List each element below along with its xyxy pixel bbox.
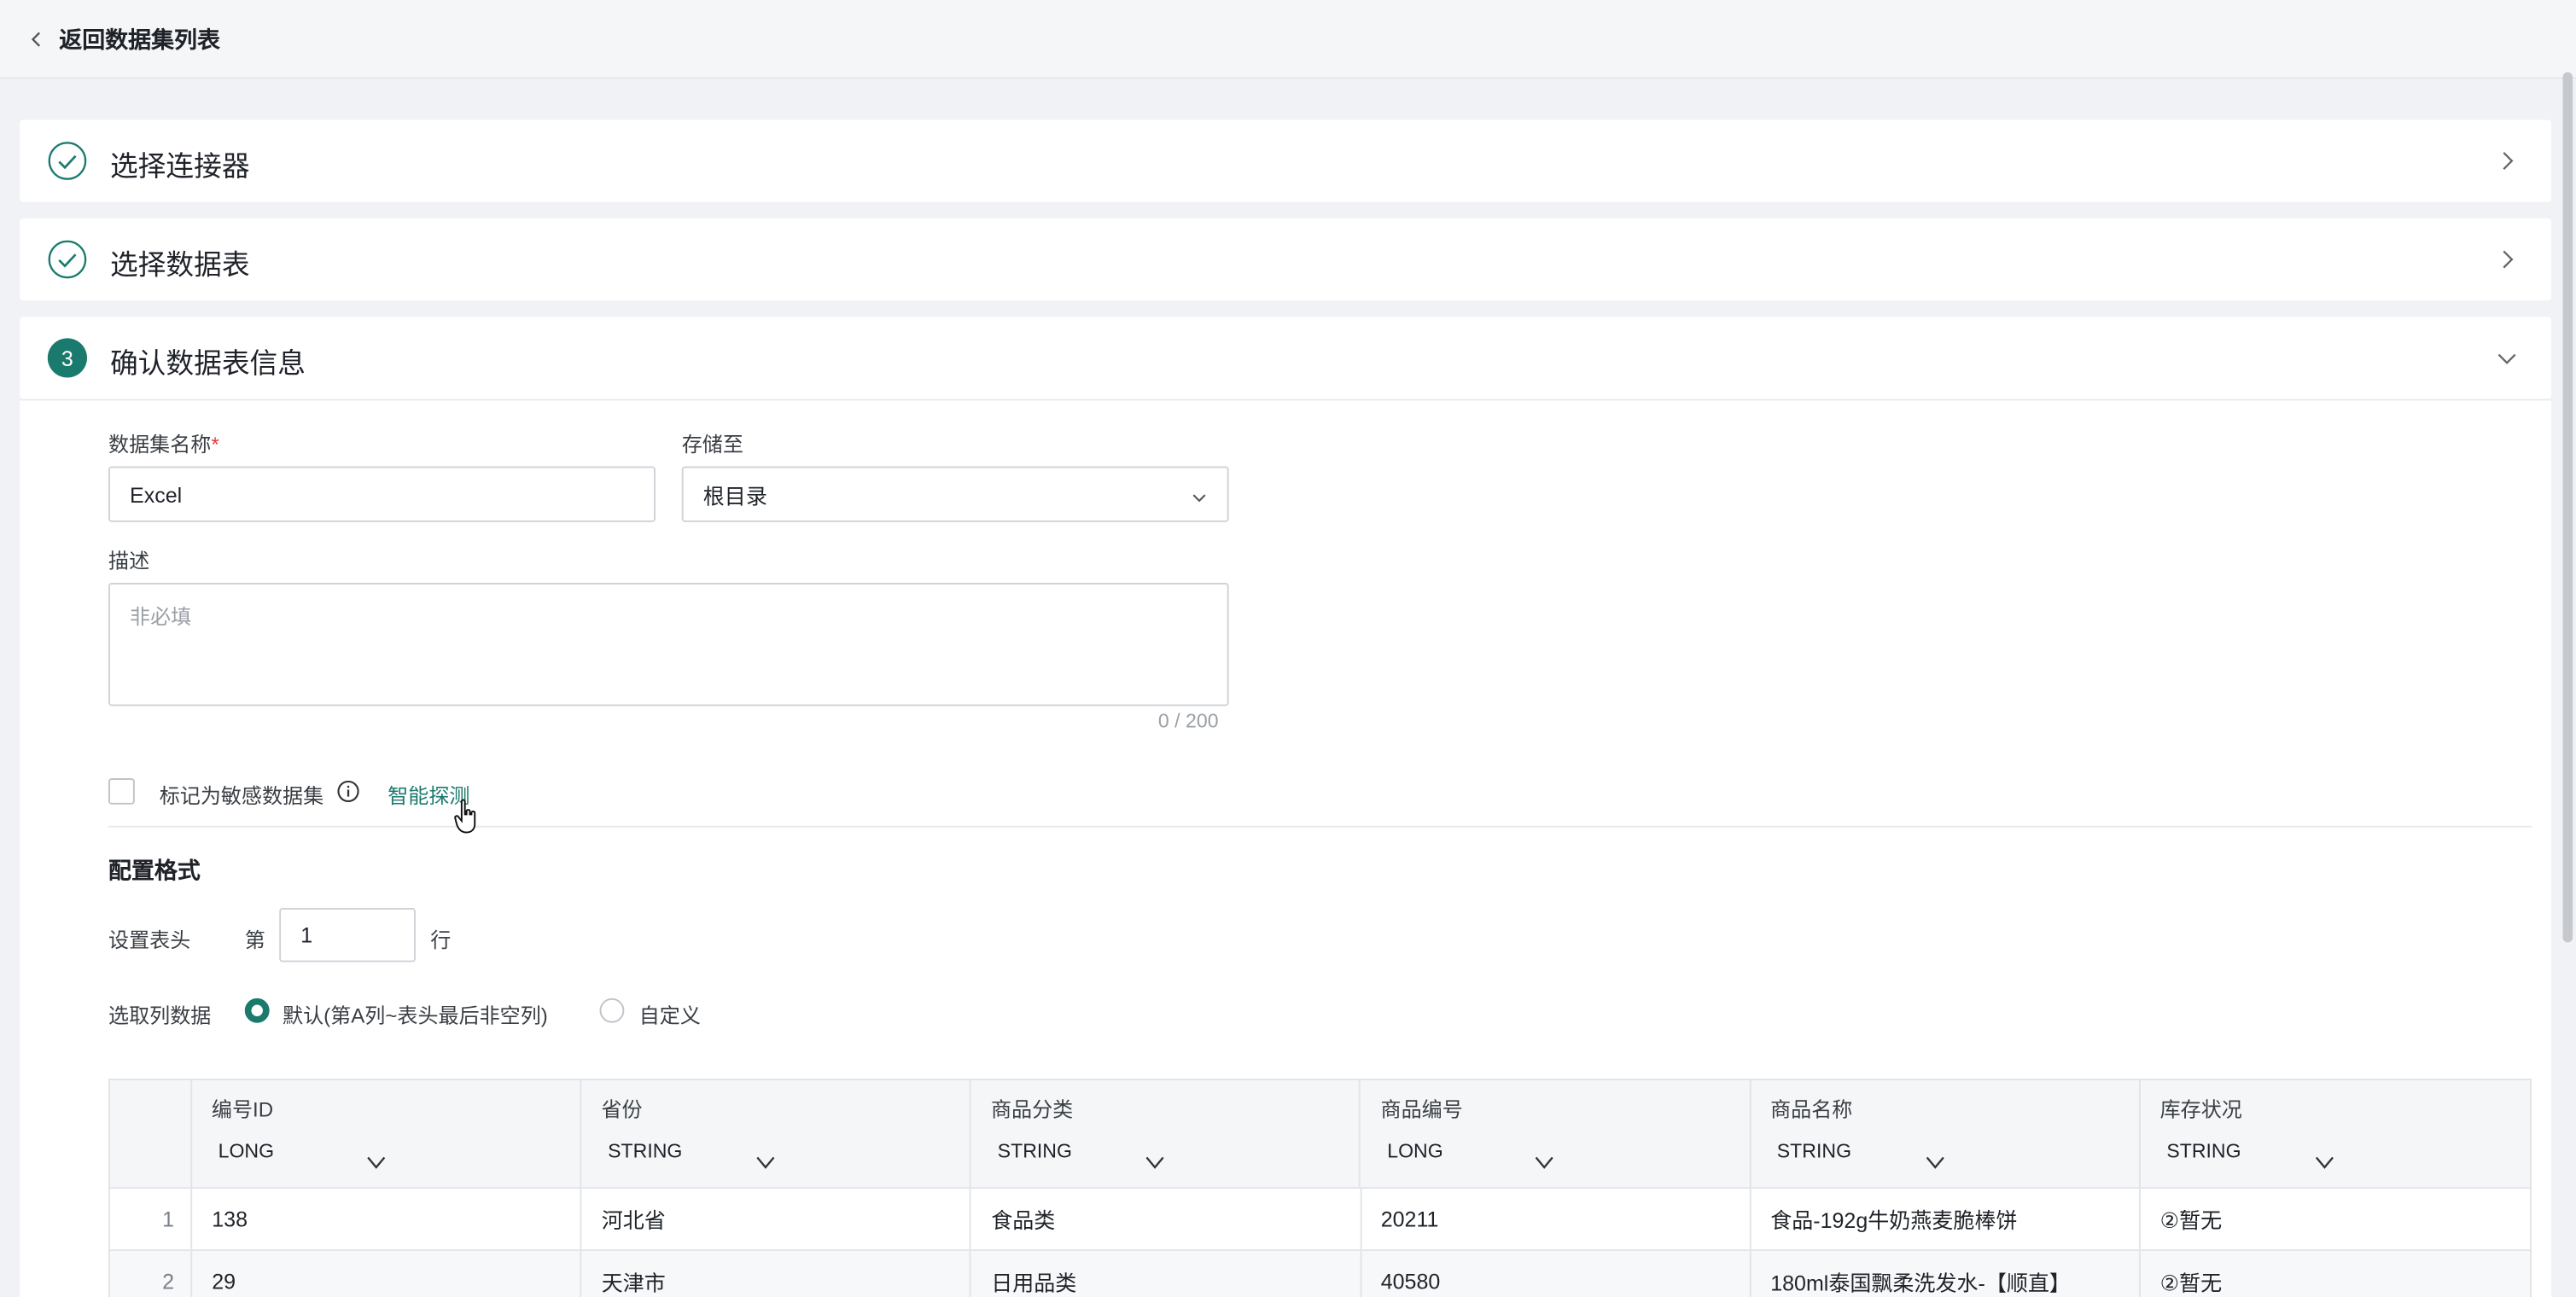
column-type: STRING	[997, 1139, 1072, 1163]
chevron-down-icon[interactable]	[366, 1149, 386, 1169]
column-name: 商品名称	[1770, 1098, 1853, 1122]
column-name: 商品分类	[990, 1098, 1074, 1122]
chevron-left-icon[interactable]	[26, 29, 46, 49]
info-icon[interactable]	[337, 780, 360, 803]
sensitive-checkbox[interactable]	[108, 778, 135, 805]
scrollbar[interactable]	[2562, 72, 2573, 943]
column-type: STRING	[608, 1139, 683, 1163]
header-row-input[interactable]: 1	[279, 908, 416, 963]
radio-default-label[interactable]: 默认(第A列~表头最后非空列)	[283, 998, 548, 1030]
description-label: 描述	[108, 550, 150, 573]
sensitive-label: 标记为敏感数据集	[159, 784, 324, 808]
table-cell: 29	[192, 1251, 582, 1297]
column-type: LONG	[218, 1139, 275, 1163]
store-to-label: 存储至	[681, 433, 743, 457]
header-row-prefix: 第	[244, 929, 265, 952]
dataset-name-label: 数据集名称*	[108, 433, 219, 457]
header-row-suffix: 行	[430, 929, 452, 952]
column-name: 省份	[601, 1098, 643, 1122]
chevron-down-icon[interactable]	[2315, 1149, 2334, 1169]
step-number-badge: 3	[47, 338, 88, 378]
column-type: LONG	[1387, 1139, 1443, 1163]
radio-default[interactable]	[244, 997, 270, 1023]
check-circle-icon	[48, 141, 87, 180]
column-name: 商品编号	[1380, 1098, 1463, 1122]
dataset-name-value: Excel	[130, 481, 183, 507]
step-select-table[interactable]: 选择数据表	[20, 218, 2552, 301]
store-to-select[interactable]: 根目录	[681, 466, 1229, 522]
back-to-dataset-list-link[interactable]: 返回数据集列表	[59, 22, 220, 55]
table-cell: 日用品类	[971, 1251, 1361, 1297]
confirm-panel: 数据集名称* Excel 存储至 根目录 描述 非必填 0 / 200 标记为敏…	[20, 398, 2552, 1297]
hand-cursor-icon	[453, 798, 480, 834]
chevron-down-icon	[1191, 486, 1207, 503]
step-title: 确认数据表信息	[109, 347, 306, 380]
column-header: 编号ID LONG	[192, 1080, 582, 1188]
chevron-down-icon[interactable]	[1145, 1149, 1165, 1169]
chevron-down-icon[interactable]	[2496, 346, 2519, 369]
table-cell: 180ml泰国飘柔洗发水-【顺直】	[1751, 1251, 2141, 1297]
row-index: 1	[110, 1189, 193, 1250]
chevron-right-icon[interactable]	[2496, 248, 2519, 271]
page: 返回数据集列表 选择连接器 选择数据表 3 确认数据表信息 数据集名称* Exc…	[0, 0, 2576, 1297]
column-header: 商品分类 STRING	[971, 1080, 1361, 1188]
table-cell: 138	[192, 1189, 582, 1250]
column-header: 商品名称 STRING	[1751, 1080, 2141, 1188]
table-cell: 食品类	[971, 1189, 1361, 1250]
column-type: STRING	[1776, 1139, 1852, 1163]
table-cell: 天津市	[582, 1251, 972, 1297]
chevron-down-icon[interactable]	[755, 1149, 775, 1169]
column-header: 库存状况 STRING	[2141, 1080, 2530, 1187]
column-type: STRING	[2166, 1139, 2241, 1163]
column-header: 商品编号 LONG	[1361, 1080, 1751, 1188]
top-bar: 返回数据集列表	[0, 0, 2576, 79]
step-confirm-table-info[interactable]: 3 确认数据表信息	[20, 317, 2552, 399]
config-format-title: 配置格式	[108, 857, 201, 884]
select-columns-label: 选取列数据	[108, 1004, 212, 1028]
table-row: 2 29 天津市 日用品类 40580 180ml泰国飘柔洗发水-【顺直】 ②暂…	[109, 1251, 2531, 1297]
table-cell: ②暂无	[2159, 1208, 2223, 1233]
set-header-label: 设置表头	[108, 929, 191, 952]
table-cell: 20211	[1361, 1189, 1751, 1250]
table-row: 1 138 河北省 食品类 20211 食品-192g牛奶燕麦脆棒饼 ②暂无	[109, 1189, 2531, 1252]
table-cell: 食品-192g牛奶燕麦脆棒饼	[1751, 1189, 2141, 1250]
check-circle-icon	[48, 240, 87, 279]
radio-custom-label[interactable]: 自定义	[639, 998, 701, 1030]
table-cell: 河北省	[582, 1189, 972, 1250]
store-to-value: 根目录	[702, 483, 767, 509]
table-cell: ②暂无	[2159, 1271, 2223, 1296]
table-cell: 40580	[1361, 1251, 1751, 1297]
preview-table: 编号ID LONG 省份 STRING 商品分类 STRING 商品编号 LON…	[108, 1079, 2532, 1297]
dataset-name-input[interactable]: Excel	[108, 466, 656, 522]
header-row-value: 1	[300, 922, 313, 948]
step-title: 选择连接器	[109, 151, 250, 183]
column-header: 省份 STRING	[581, 1080, 971, 1188]
row-index: 2	[110, 1251, 193, 1297]
chevron-down-icon[interactable]	[1535, 1149, 1554, 1169]
chevron-right-icon[interactable]	[2496, 149, 2519, 172]
step-select-connector[interactable]: 选择连接器	[20, 119, 2552, 202]
index-header	[110, 1080, 192, 1188]
table-header: 编号ID LONG 省份 STRING 商品分类 STRING 商品编号 LON…	[109, 1080, 2531, 1189]
step-title: 选择数据表	[109, 249, 250, 282]
column-name: 编号ID	[211, 1098, 274, 1122]
description-counter: 0 / 200	[1157, 709, 1219, 733]
chevron-down-icon[interactable]	[1925, 1149, 1944, 1169]
description-textarea[interactable]: 非必填	[108, 583, 1229, 707]
column-name: 库存状况	[2159, 1098, 2242, 1122]
description-placeholder: 非必填	[130, 605, 192, 629]
radio-custom[interactable]	[599, 997, 625, 1023]
